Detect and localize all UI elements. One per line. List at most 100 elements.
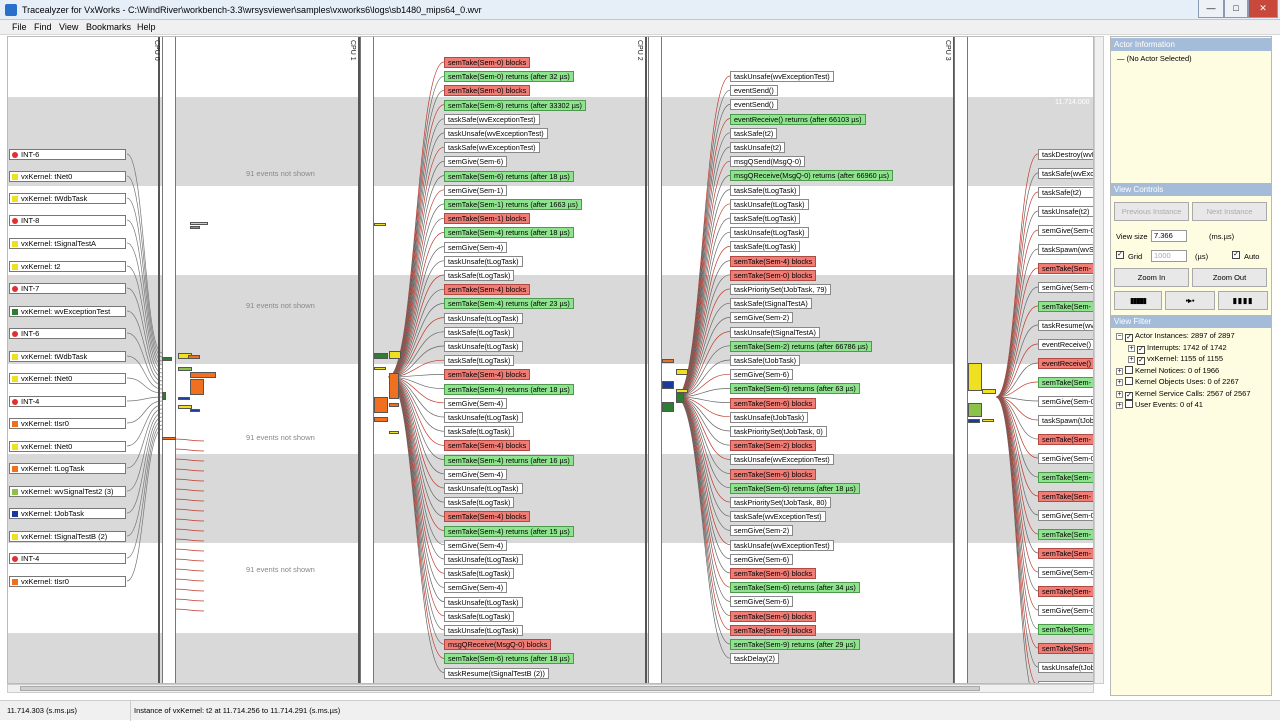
menu-view[interactable]: View	[59, 22, 78, 32]
maximize-button[interactable]: □	[1224, 0, 1248, 18]
execution-block[interactable]	[982, 389, 996, 394]
actor-label[interactable]: vxKernel: tJobTask	[9, 508, 126, 519]
event-label[interactable]: taskSafe(tLogTask)	[444, 568, 515, 580]
event-label[interactable]: taskUnsafe(t2)	[730, 142, 786, 153]
event-label[interactable]: taskUnsafe(tJob	[1038, 662, 1093, 673]
event-label[interactable]: semTake(Sem-	[1038, 643, 1093, 654]
event-label[interactable]: eventSend()	[730, 85, 778, 97]
expand-icon[interactable]: +	[1128, 356, 1135, 363]
event-label[interactable]: semTake(Sem-0) blocks	[444, 57, 531, 68]
event-label[interactable]: semGive(Sem-4)	[444, 397, 508, 409]
event-label[interactable]: taskSpawn(tJob	[1038, 415, 1093, 426]
event-label[interactable]: msgQSend(MsgQ-0)	[730, 156, 806, 168]
event-label[interactable]: taskUnsafe(wvExceptionTest)	[730, 71, 834, 82]
actor-label[interactable]: vxKernel: tNet0	[9, 171, 126, 182]
filter-item[interactable]: + ✓ Interrupts: 1742 of 1742	[1128, 343, 1227, 354]
actor-label[interactable]: vxKernel: tSignalTestA	[9, 238, 126, 249]
event-label[interactable]: semTake(Sem-	[1038, 434, 1093, 445]
event-label[interactable]: eventReceive() r	[1038, 339, 1093, 350]
view-size-input[interactable]: 7.366	[1151, 230, 1187, 242]
layout-step-icon[interactable]: ▪▸▪	[1165, 291, 1215, 310]
execution-block[interactable]	[374, 367, 386, 370]
execution-block[interactable]	[389, 403, 399, 407]
event-label[interactable]: semTake(Sem-4) returns (after 15 µs)	[444, 525, 574, 537]
event-label[interactable]: semGive(Sem-0	[1038, 396, 1093, 407]
previous-instance-button[interactable]: Previous Instance	[1114, 202, 1189, 221]
filter-item[interactable]: + Kernel Objects Uses: 0 of 2267	[1116, 377, 1239, 386]
actor-label[interactable]: INT-4	[9, 553, 126, 564]
menu-file[interactable]: File	[12, 22, 27, 32]
event-label[interactable]: semGive(Sem-6)	[444, 156, 508, 168]
menu-bookmarks[interactable]: Bookmarks	[86, 22, 131, 32]
execution-block[interactable]	[190, 379, 204, 395]
event-label[interactable]: taskSafe(tLogTask)	[730, 241, 801, 253]
event-label[interactable]: taskSafe(tJobTask)	[730, 355, 801, 366]
actor-label[interactable]: vxKernel: wvSignalTest2 (3)	[9, 486, 126, 497]
event-label[interactable]: semTake(Sem-	[1038, 491, 1093, 502]
event-label[interactable]: taskUnsafe(wvExceptionTest)	[730, 454, 834, 466]
expand-icon[interactable]: +	[1128, 344, 1135, 352]
execution-block[interactable]	[374, 353, 388, 359]
event-label[interactable]: taskSafe(wvExceptionTest)	[730, 511, 826, 523]
event-label[interactable]: semGive(Sem-0	[1038, 567, 1093, 578]
event-label[interactable]: taskDelay(2)	[730, 653, 779, 665]
event-label[interactable]: semTake(Sem-2) blocks	[730, 440, 817, 452]
actor-label[interactable]: INT-6	[9, 328, 126, 339]
execution-block[interactable]	[389, 373, 399, 399]
event-label[interactable]: taskPrioritySet(tJobTask, 79)	[730, 284, 831, 295]
actor-label[interactable]: INT-7	[9, 283, 126, 294]
execution-block[interactable]	[374, 223, 386, 226]
event-label[interactable]: taskSafe(tLogTask)	[730, 213, 801, 224]
execution-block[interactable]	[662, 381, 674, 389]
execution-block[interactable]	[178, 367, 192, 371]
event-label[interactable]: semTake(Sem-4) returns (after 16 µs)	[444, 454, 574, 466]
actor-label[interactable]: vxKernel: tWdbTask	[9, 351, 126, 362]
event-label[interactable]: semTake(Sem-4) blocks	[444, 284, 531, 296]
actor-label[interactable]: vxKernel: tNet0	[9, 373, 126, 384]
filter-checkbox[interactable]: ✓	[1125, 334, 1133, 342]
execution-block[interactable]	[190, 226, 200, 229]
execution-block[interactable]	[188, 355, 200, 359]
actor-label[interactable]: vxKernel: tIsr0	[9, 576, 126, 587]
event-label[interactable]: msgQReceive(MsgQ-0) blocks	[444, 639, 552, 651]
event-label[interactable]: semTake(Sem-4) returns (after 18 µs)	[444, 383, 574, 395]
event-label[interactable]: semTake(Sem-6) blocks	[730, 468, 817, 480]
event-label[interactable]: semTake(Sem-8) returns (after 33302 µs)	[444, 99, 586, 111]
event-label[interactable]: taskPrioritySet(tJobTask, 0)	[730, 426, 827, 437]
event-label[interactable]: taskSafe(tLogTask)	[444, 326, 515, 338]
execution-block[interactable]	[374, 397, 388, 413]
execution-block[interactable]	[162, 357, 172, 361]
event-label[interactable]: taskResume(wvS	[1038, 320, 1093, 331]
grid-input[interactable]: 1000	[1151, 250, 1187, 262]
event-label[interactable]: eventReceive() returns (after 66103 µs)	[730, 113, 866, 125]
event-label[interactable]: semTake(Sem-6) returns (after 18 µs)	[444, 653, 574, 665]
event-label[interactable]: semTake(Sem-0) blocks	[444, 85, 531, 97]
event-label[interactable]: semGive(Sem-0	[1038, 225, 1093, 236]
execution-block[interactable]	[968, 403, 982, 417]
event-label[interactable]: taskUnsafe(tLogTask)	[444, 554, 523, 565]
event-label[interactable]: taskUnsafe(tLogTask)	[444, 341, 523, 352]
layout-compact-icon[interactable]: ▮▮▮▮▮	[1114, 291, 1162, 310]
cpu2-timeline[interactable]	[648, 37, 662, 683]
expand-icon[interactable]: +	[1116, 367, 1123, 375]
vertical-scrollbar[interactable]	[1094, 36, 1104, 684]
collapse-icon[interactable]: −	[1116, 333, 1123, 340]
event-label[interactable]: semGive(Sem-4)	[444, 241, 508, 253]
menu-help[interactable]: Help	[137, 22, 156, 32]
event-label[interactable]: semGive(Sem-1)	[444, 184, 508, 196]
event-label[interactable]: taskDestroy(wvEx	[1038, 149, 1093, 160]
execution-block[interactable]	[374, 417, 388, 422]
event-label[interactable]: semTake(Sem-4) blocks	[730, 255, 817, 267]
event-label[interactable]: taskUnsafe(tJobTask)	[730, 411, 809, 423]
event-label[interactable]: semTake(Sem-6) returns (after 63 µs)	[730, 383, 860, 395]
event-label[interactable]: semTake(Sem-	[1038, 301, 1093, 312]
event-label[interactable]: taskUnsafe(tLogTask)	[444, 255, 523, 267]
event-label[interactable]: taskUnsafe(wvExceptionTest)	[444, 128, 548, 139]
event-label[interactable]: semTake(Sem-9) blocks	[730, 624, 817, 636]
close-button[interactable]: ✕	[1248, 0, 1278, 18]
expand-icon[interactable]: +	[1116, 390, 1123, 398]
actor-label[interactable]: INT-6	[9, 149, 126, 160]
filter-item[interactable]: + User Events: 0 of 41	[1116, 400, 1203, 409]
event-label[interactable]: taskSafe(tLogTask)	[444, 355, 515, 367]
event-label[interactable]: semTake(Sem-	[1038, 529, 1093, 540]
